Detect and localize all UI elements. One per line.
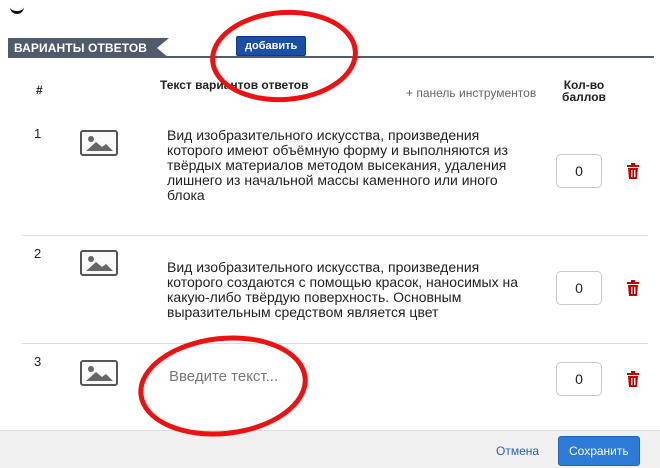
section-title: ВАРИАНТЫ ОТВЕТОВ <box>8 38 170 58</box>
column-header-score: Кол-во баллов <box>562 78 606 104</box>
add-option-button[interactable]: добавить <box>236 36 307 56</box>
trash-icon[interactable] <box>626 371 640 387</box>
row-number: 3 <box>34 354 42 369</box>
image-icon[interactable] <box>80 250 118 276</box>
image-icon[interactable] <box>80 130 118 156</box>
image-icon[interactable] <box>80 360 118 386</box>
answer-text-input[interactable]: Введите текст... <box>169 368 278 385</box>
trash-icon[interactable] <box>626 280 640 296</box>
answer-row: 3 Введите текст... 0 <box>22 344 648 416</box>
cropped-top-fragment <box>6 0 46 22</box>
toolbar-toggle-link[interactable]: + панель инструментов <box>406 86 536 100</box>
answer-row: 2 Вид изобразительного искусства, произв… <box>22 236 648 344</box>
trash-icon[interactable] <box>626 163 640 179</box>
score-input[interactable]: 0 <box>556 271 602 305</box>
score-input[interactable]: 0 <box>556 362 602 396</box>
row-number: 1 <box>34 126 42 141</box>
column-header-text: Текст вариантов ответов <box>160 78 309 92</box>
save-button[interactable]: Сохранить <box>558 436 640 466</box>
section-header: ВАРИАНТЫ ОТВЕТОВ <box>8 38 170 58</box>
answer-text[interactable]: Вид изобразительного искусства, произвед… <box>167 260 537 320</box>
section-divider <box>8 56 654 58</box>
answer-options-page: ВАРИАНТЫ ОТВЕТОВ добавить # Текст вариан… <box>0 0 660 468</box>
column-header-number: # <box>36 83 43 97</box>
cancel-link[interactable]: Отмена <box>496 444 539 458</box>
score-input[interactable]: 0 <box>556 154 602 188</box>
answer-row: 1 Вид изобразительного искусства, произв… <box>22 116 648 236</box>
cropped-glyph <box>10 0 24 14</box>
answer-text[interactable]: Вид изобразительного искусства, произвед… <box>167 128 537 203</box>
dialog-footer: Отмена Сохранить <box>0 430 660 468</box>
row-number: 2 <box>34 246 42 261</box>
